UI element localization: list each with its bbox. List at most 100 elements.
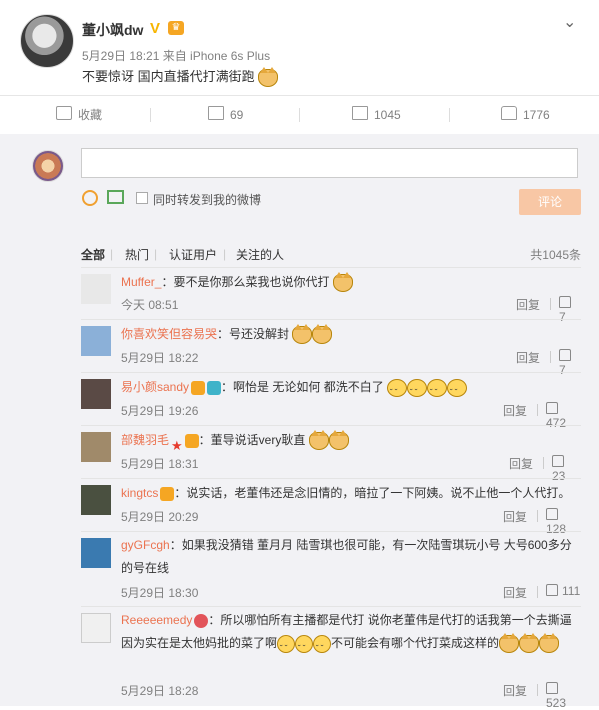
verified-v-icon[interactable]: V (150, 20, 160, 37)
commenter-name[interactable]: 易小颜sandy (121, 380, 189, 394)
comment-time: 5月29日 19:26 (121, 404, 199, 418)
commenter-avatar[interactable] (81, 485, 111, 515)
comment-text: ：号还没解封 (217, 327, 290, 341)
commenter-name[interactable]: gyGFcgh (121, 538, 170, 552)
comment-input[interactable] (81, 148, 578, 178)
divider (150, 108, 151, 122)
comment-time: 今天 08:51 (121, 298, 179, 312)
commenter-avatar[interactable] (81, 326, 111, 356)
star-icon (56, 106, 72, 120)
filter-divider: | (110, 247, 114, 261)
like-count: 1776 (523, 108, 550, 122)
commenter-avatar[interactable] (81, 432, 111, 462)
filter-hot[interactable]: 热门 (125, 246, 149, 263)
divider (550, 351, 551, 363)
repost-button[interactable]: 69 (208, 96, 243, 134)
doge-emoji-icon (519, 632, 540, 653)
crying-emoji-icon (407, 378, 428, 405)
comment-text: ：如果我没猜错 董月月 陆雪琪也很可能，有一次陆雪琪玩小号 大号600多分的号在… (121, 538, 572, 575)
commenter-name[interactable]: Reeeeemedy (121, 613, 192, 627)
author-name[interactable]: 董小飒dw (82, 20, 143, 40)
doge-emoji-icon (328, 429, 349, 450)
doge-emoji-icon (332, 271, 353, 292)
comment-filter-bar: 全部 | 热门 | 认证用户 | 关注的人 共1045条 (81, 246, 581, 266)
reply-button[interactable]: 回复 (503, 508, 527, 525)
divider (537, 510, 538, 522)
reply-button[interactable]: 回复 (516, 349, 540, 366)
laugh-cry-emoji-icon (295, 634, 314, 660)
comment-count: 1045 (374, 108, 401, 122)
comment-text: ：说实话，老董伟还是念旧情的，暗拉了一下阿姨。说不止他一个人代打。 (174, 486, 571, 500)
reply-button[interactable]: 回复 (503, 584, 527, 601)
comment-content: Muffer_：要不是你那么菜我也说你代打 (121, 270, 581, 294)
laugh-cry-emoji-icon (313, 634, 332, 660)
emoji-picker-icon[interactable] (82, 190, 98, 206)
comment-time: 5月29日 18:30 (121, 586, 199, 600)
commenter-avatar[interactable] (81, 274, 111, 304)
commenter-avatar[interactable] (81, 379, 111, 409)
current-user-avatar[interactable] (32, 150, 64, 182)
doge-emoji-icon (258, 66, 279, 87)
chevron-down-icon[interactable]: ⌄ (563, 12, 576, 32)
crown-badge-icon[interactable] (194, 613, 209, 628)
divider (537, 684, 538, 696)
comment-item: 部魏羽毛 ★ ：董导说话very耿直 5月29日 18:31 回复 23 (81, 425, 581, 483)
reply-button[interactable]: 回复 (516, 296, 540, 313)
post-action-bar: 收藏 69 1045 1776 (0, 95, 599, 135)
filter-divider: | (154, 247, 158, 261)
filter-following[interactable]: 关注的人 (236, 246, 284, 263)
comment-item: 易小颜sandy：啊怡是 无论如何 都洗不白了 5月29日 19:26 回复 4… (81, 372, 581, 430)
reply-button[interactable]: 回复 (509, 455, 533, 472)
doge-emoji-icon (308, 429, 329, 450)
commenter-name[interactable]: 你喜欢笑但容易哭 (121, 327, 217, 341)
repost-icon (208, 106, 224, 120)
comment-item: Reeeeemedy ：所以哪怕所有主播都是代打 说你老董伟是代打的话我第一个去撕… (81, 606, 581, 710)
comment-time: 5月29日 18:28 (121, 684, 199, 698)
commenter-avatar[interactable] (81, 613, 111, 643)
like-button[interactable]: 1776 (501, 96, 550, 134)
image-upload-icon[interactable] (107, 190, 124, 204)
comment-like-button[interactable]: 111 (546, 584, 580, 598)
comment-section: 同时转发到我的微博 评论 全部 | 热门 | 认证用户 | 关注的人 共1045… (0, 134, 599, 710)
commenter-avatar[interactable] (81, 538, 111, 568)
comment-text: ：啊怡是 无论如何 都洗不白了 (221, 380, 384, 394)
submit-comment-button[interactable]: 评论 (519, 189, 581, 215)
commenter-name[interactable]: Muffer_ (121, 275, 161, 289)
doge-emoji-icon (499, 632, 520, 653)
reply-button[interactable]: 回复 (503, 682, 527, 699)
comment-content: 部魏羽毛 ★ ：董导说话very耿直 (121, 428, 581, 453)
star-badge-icon[interactable]: ★ (171, 434, 183, 453)
comment-text: ：董导说话very耿直 (198, 433, 306, 447)
member-crown-icon[interactable]: ♛ (168, 21, 184, 35)
repost-checkbox[interactable] (136, 192, 148, 204)
comment-item: kingtcs ：说实话，老董伟还是念旧情的，暗拉了一下阿姨。说不止他一个人代打。… (81, 478, 581, 536)
vip-badge-icon[interactable] (160, 486, 175, 501)
comment-content: gyGFcgh：如果我没猜错 董月月 陆雪琪也很可能，有一次陆雪琪玩小号 大号6… (121, 534, 581, 580)
filter-verified[interactable]: 认证用户 (169, 246, 217, 263)
comment-time: 5月29日 18:31 (121, 457, 199, 471)
post-text: 不要惊讶 国内直播代打满街跑 (82, 66, 279, 87)
commenter-name[interactable]: kingtcs (121, 486, 158, 500)
vip-badge-icon[interactable] (191, 380, 206, 395)
post-text-body: 不要惊讶 国内直播代打满街跑 (82, 69, 255, 84)
favorite-button[interactable]: 收藏 (56, 96, 102, 134)
live-camera-badge-icon[interactable] (207, 380, 222, 395)
vip-badge-icon[interactable] (184, 433, 199, 448)
filter-divider: | (223, 247, 227, 261)
comment-button[interactable]: 1045 (352, 96, 401, 134)
divider (299, 108, 300, 122)
commenter-name[interactable]: 部魏羽毛 (121, 433, 169, 447)
filter-all[interactable]: 全部 (81, 246, 105, 263)
divider (543, 457, 544, 469)
doge-emoji-icon (312, 323, 333, 344)
divider (537, 586, 538, 598)
comment-text-continued: 不可能会有哪个代打菜成这样的 (331, 636, 500, 650)
comment-total: 共1045条 (530, 248, 581, 262)
thumbs-up-icon (501, 106, 517, 120)
comment-content: Reeeeemedy ：所以哪怕所有主播都是代打 说你老董伟是代打的话我第一个去撕… (121, 609, 581, 660)
author-avatar[interactable] (20, 14, 74, 68)
divider (550, 298, 551, 310)
post-meta: 5月29日 18:21 来自 iPhone 6s Plus (82, 49, 271, 63)
reply-button[interactable]: 回复 (503, 402, 527, 419)
comment-item: gyGFcgh：如果我没猜错 董月月 陆雪琪也很可能，有一次陆雪琪玩小号 大号6… (81, 531, 581, 607)
